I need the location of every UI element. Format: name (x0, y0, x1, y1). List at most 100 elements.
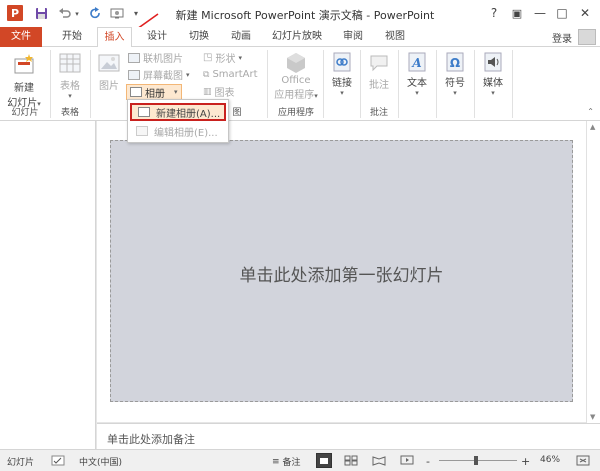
screenshot-button[interactable]: 屏幕截图 ▾ (128, 68, 190, 82)
vertical-scrollbar[interactable]: ▲ ▼ (586, 121, 600, 423)
tab-insert[interactable]: 插入 (97, 27, 132, 48)
tab-slide-show[interactable]: 幻灯片放映 (266, 27, 328, 47)
pictures-button[interactable]: 图片 (94, 50, 124, 92)
svg-text:A: A (411, 56, 421, 70)
table-button[interactable]: 表格 ▾ (54, 50, 86, 100)
text-label: 文本 (407, 78, 427, 89)
language-label: 中文(中国) (79, 458, 123, 468)
notes-icon: ≡ (272, 456, 280, 467)
menu-item-new-album[interactable]: 新建相册(A)... (130, 103, 226, 121)
reading-view-icon[interactable] (372, 455, 386, 466)
group-separator (512, 50, 513, 118)
slideshow-view-icon[interactable] (400, 455, 414, 466)
tab-transitions[interactable]: 切换 (182, 27, 216, 47)
notes-placeholder-text[interactable]: 单击此处添加备注 (107, 431, 195, 447)
speaker-icon (484, 52, 502, 72)
undo-icon[interactable] (55, 5, 73, 22)
language-indicator[interactable]: 中文(中国) (79, 455, 122, 468)
tab-review[interactable]: 审阅 (336, 27, 370, 47)
scroll-down-icon[interactable]: ▼ (590, 413, 595, 421)
group-separator (398, 50, 399, 118)
shapes-button[interactable]: ◳ 形状 ▾ (203, 51, 242, 65)
ribbon-display-options-icon[interactable]: ▣ (508, 4, 526, 22)
media-button[interactable]: 媒体 ▾ (478, 50, 508, 97)
zoom-out-button[interactable]: - (426, 455, 430, 468)
zoom-slider-thumb[interactable] (474, 456, 478, 465)
tab-animations[interactable]: 动画 (224, 27, 258, 47)
help-icon[interactable]: ? (485, 4, 503, 22)
tab-view[interactable]: 视图 (378, 27, 412, 47)
notes-label: 备注 (282, 458, 301, 468)
new-slide-icon (14, 54, 34, 74)
omega-icon: Ω (446, 52, 464, 72)
slide-thumbnail-pane[interactable] (0, 121, 96, 449)
fit-slide-icon[interactable] (576, 455, 590, 466)
scroll-up-icon[interactable]: ▲ (590, 123, 595, 131)
chart-button[interactable]: ▥ 图表 (203, 85, 235, 100)
group-separator (360, 50, 361, 118)
redo-icon[interactable] (86, 5, 104, 22)
chevron-down-icon: ▾ (186, 70, 190, 79)
group-label-images: 图 (232, 108, 242, 118)
chart-label: 图表 (214, 88, 235, 99)
album-icon (130, 87, 142, 97)
slide-canvas[interactable]: 单击此处添加第一张幻灯片 (110, 140, 573, 402)
tab-design[interactable]: 设计 (140, 27, 174, 47)
avatar[interactable] (578, 29, 596, 45)
shapes-label: 形状 (215, 54, 236, 65)
media-label: 媒体 (483, 78, 503, 89)
spellcheck-icon[interactable] (51, 455, 65, 466)
chevron-down-icon: ▾ (174, 88, 178, 96)
edit-album-label: 编辑相册(E)... (154, 127, 218, 139)
group-label-slides: 幻灯片 (11, 108, 39, 118)
shapes-icon: ◳ (203, 52, 213, 63)
link-icon (333, 52, 351, 72)
new-album-label: 新建相册(A)... (156, 108, 221, 120)
group-label-tables: 表格 (60, 108, 79, 118)
menu-item-edit-album[interactable]: 编辑相册(E)... (130, 122, 226, 140)
chevron-down-icon: ▾ (491, 89, 495, 97)
table-icon (59, 53, 81, 73)
album-dropdown-menu: 新建相册(A)... 编辑相册(E)... (127, 99, 229, 143)
pictures-label: 图片 (99, 81, 119, 92)
text-button[interactable]: A 文本 ▾ (402, 50, 432, 97)
close-icon[interactable]: ✕ (576, 4, 594, 22)
save-icon[interactable] (32, 5, 50, 22)
notes-button[interactable]: ≡ 备注 (272, 455, 301, 469)
group-separator (436, 50, 437, 118)
slide-placeholder-text[interactable]: 单击此处添加第一张幻灯片 (111, 261, 572, 286)
symbols-button[interactable]: Ω 符号 ▾ (440, 50, 470, 97)
office-apps-icon (287, 53, 305, 73)
office-apps-button[interactable]: Office 应用程序▾ (271, 50, 321, 101)
links-button[interactable]: 链接 ▾ (327, 50, 357, 97)
login-link[interactable]: 登录 (552, 30, 572, 45)
slide-indicator[interactable]: 幻灯片 (7, 455, 34, 468)
smartart-icon: ⧉ (203, 69, 210, 80)
chevron-down-icon: ▾ (314, 92, 318, 100)
zoom-slider[interactable] (439, 456, 517, 465)
zoom-in-button[interactable]: + (521, 455, 530, 468)
maximize-icon[interactable]: □ (553, 4, 571, 22)
slide-sorter-icon[interactable] (344, 455, 358, 466)
ribbon-tabs: 文件 开始 插入 设计 切换 动画 幻灯片放映 审阅 视图 登录 (0, 27, 600, 48)
edit-album-icon (136, 126, 148, 136)
screenshot-icon (128, 69, 140, 80)
powerpoint-logo-icon: P (7, 5, 23, 21)
normal-view-icon[interactable] (316, 453, 332, 468)
online-pictures-button[interactable]: 联机图片 (128, 51, 183, 65)
tab-file[interactable]: 文件 (0, 27, 42, 47)
text-icon: A (408, 52, 426, 72)
tab-home[interactable]: 开始 (55, 27, 89, 47)
comment-button[interactable]: 批注 (364, 50, 394, 91)
smartart-label: SmartArt (212, 69, 258, 80)
minimize-icon[interactable]: — (531, 4, 549, 22)
collapse-ribbon-icon[interactable]: ⌃ (587, 107, 594, 116)
new-slide-button[interactable]: 新建 幻灯片▾ (5, 50, 43, 109)
album-button[interactable]: 相册 ▾ (126, 84, 182, 100)
undo-dropdown-icon[interactable]: ▾ (73, 5, 81, 22)
chart-icon: ▥ (203, 86, 212, 97)
zoom-level-value: 46% (540, 455, 561, 465)
smartart-button[interactable]: ⧉ SmartArt (203, 68, 258, 81)
notes-pane[interactable]: 单击此处添加备注 (97, 423, 600, 449)
zoom-level[interactable]: 46% (540, 455, 560, 465)
